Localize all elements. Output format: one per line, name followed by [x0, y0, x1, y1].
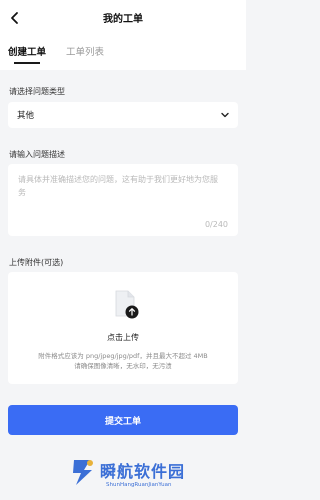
- attachment-quality-hint: 请确保图像清晰，无水印，无污渍: [74, 362, 172, 370]
- chevron-down-icon: [221, 112, 229, 118]
- file-upload-icon: [115, 290, 139, 319]
- problem-type-value: 其他: [17, 111, 35, 121]
- submit-button-label: 提交工单: [104, 416, 141, 426]
- problem-type-select[interactable]: 其他: [8, 102, 238, 128]
- tab-create-ticket[interactable]: 创建工单: [8, 44, 46, 58]
- watermark-logo-icon: [73, 460, 93, 485]
- submit-ticket-button[interactable]: 提交工单: [8, 405, 238, 435]
- watermark-subtext: ShunHangRuanJianYuan: [106, 482, 172, 488]
- problem-description-input[interactable]: 请具体并准确描述您的问题，这有助于我们更好地为您服务 0/240: [8, 164, 238, 236]
- problem-description-label: 请输入问题描述: [9, 150, 65, 159]
- upload-area[interactable]: 点击上传 附件格式应该为 png/jpeg/jpg/pdf，并且最大不超过 4M…: [8, 272, 238, 384]
- watermark-text: 瞬航软件园: [100, 462, 186, 481]
- tab-bar: 创建工单 工单列表: [0, 36, 246, 70]
- watermark: 瞬航软件园 ShunHangRuanJianYuan: [70, 455, 240, 495]
- tab-ticket-list[interactable]: 工单列表: [66, 44, 104, 58]
- page-title: 我的工单: [103, 14, 143, 25]
- attachment-label: 上传附件(可选): [9, 258, 64, 267]
- description-placeholder: 请具体并准确描述您的问题，这有助于我们更好地为您服务: [18, 175, 218, 197]
- problem-type-label: 请选择问题类型: [9, 87, 65, 96]
- top-bar: 我的工单: [0, 0, 246, 36]
- character-counter: 0/240: [204, 220, 228, 229]
- upload-label: 点击上传: [107, 333, 139, 342]
- active-tab-indicator: [14, 62, 40, 64]
- attachment-format-hint: 附件格式应该为 png/jpeg/jpg/pdf，并且最大不超过 4MB: [38, 352, 208, 360]
